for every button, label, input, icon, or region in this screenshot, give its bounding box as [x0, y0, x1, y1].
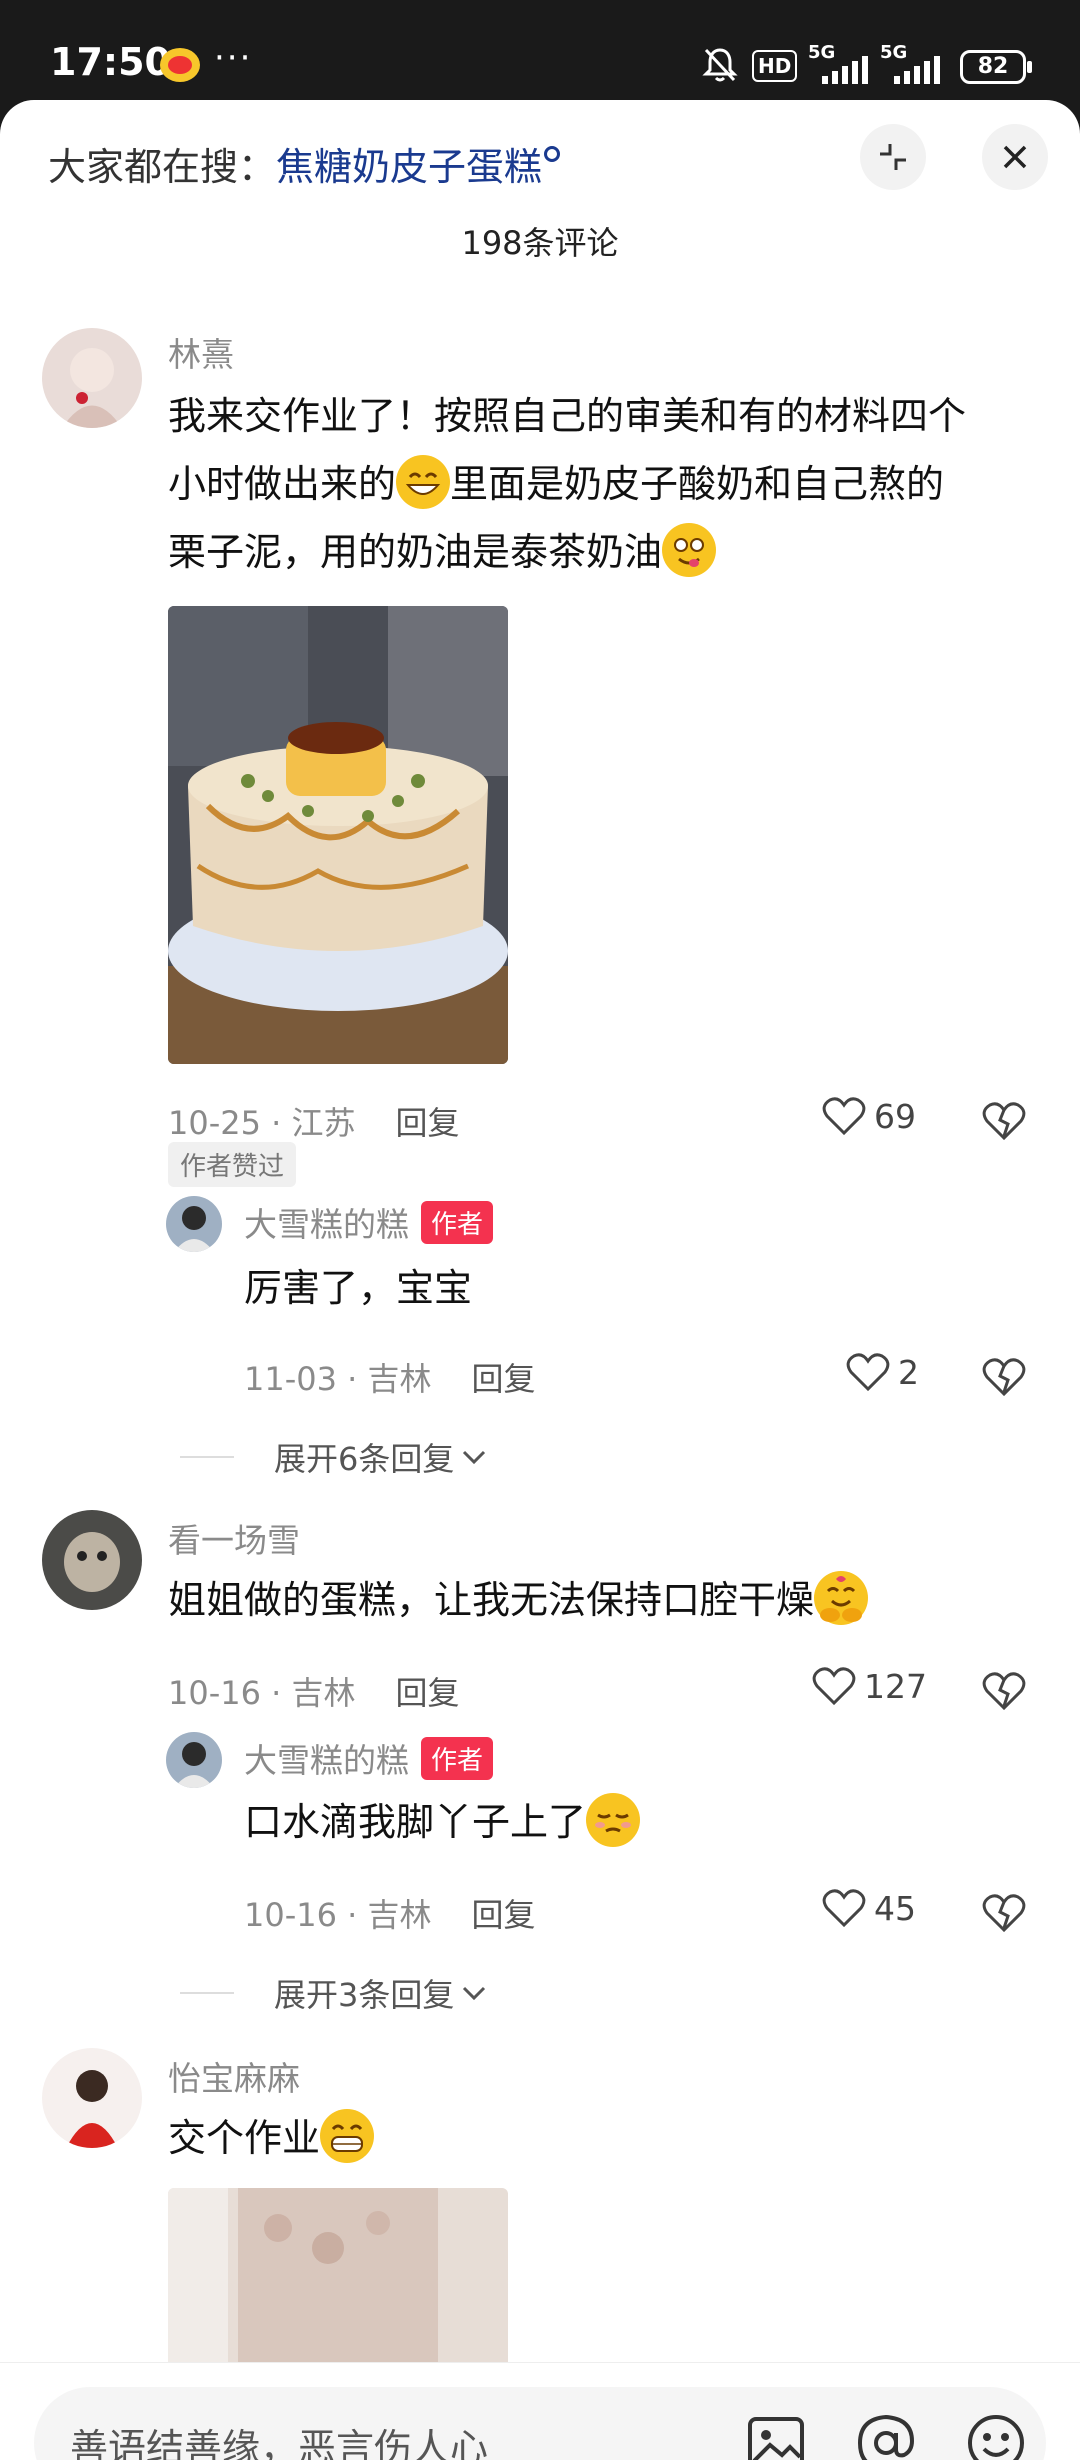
signal-icon-1: 5G	[808, 42, 868, 86]
comment-username[interactable]: 林熹	[168, 328, 234, 376]
like-count: 69	[874, 1096, 916, 1136]
comment-photo[interactable]	[168, 2188, 508, 2368]
reply-button[interactable]: 回复	[472, 1360, 536, 1398]
comment-text-line: 我来交作业了！按照自己的审美和有的材料四个	[168, 394, 967, 438]
reply-username-text: 大雪糕的糕	[244, 1741, 409, 1780]
comment-text-part: 里面是奶皮子酸奶和自己熬的	[450, 462, 945, 506]
dislike-broken-heart-icon[interactable]	[982, 1890, 1026, 1934]
comment-text-line: 小时做出来的 里面是奶皮子酸奶和自己熬的	[168, 450, 1048, 518]
hd-voice-icon: HD	[752, 50, 798, 82]
collapse-icon	[880, 144, 906, 170]
like-button[interactable]: 69	[822, 1096, 916, 1136]
grin-teeth-emoji-icon	[320, 2109, 375, 2163]
reply-username[interactable]: 大雪糕的糕 作者	[244, 1198, 494, 1246]
expand-replies-label: 展开3条回复	[274, 1976, 455, 2014]
divider-line	[180, 1456, 234, 1458]
comment-count: 198条评论	[461, 224, 619, 262]
divider-line	[180, 1992, 234, 1994]
mute-bell-icon	[702, 48, 738, 82]
like-count: 2	[898, 1352, 919, 1392]
dislike-broken-heart-icon[interactable]	[982, 1354, 1026, 1398]
avatar[interactable]	[42, 328, 142, 428]
comment-text-line: 栗子泥，用的奶油是泰茶奶油	[168, 518, 1048, 586]
more-notifications-icon: ···	[214, 38, 253, 78]
avatar[interactable]	[42, 1510, 142, 1610]
status-time: 17:50	[50, 40, 171, 84]
comment-date-location: 10-25 · 江苏	[168, 1104, 356, 1142]
reply-button[interactable]: 回复	[396, 1674, 460, 1712]
reply-date-location: 11-03 · 吉林	[244, 1360, 432, 1398]
comment-input-bar: 善语结善缘，恶言伤人心	[0, 2362, 1080, 2460]
reply-text: 口水滴我脚丫子上了	[244, 1788, 641, 1856]
avatar[interactable]	[166, 1732, 222, 1788]
comment-username[interactable]: 怡宝麻麻	[168, 2052, 300, 2100]
like-count: 127	[864, 1666, 927, 1706]
chevron-down-icon	[463, 1986, 486, 2001]
image-icon[interactable]	[744, 2411, 808, 2460]
signal-icon-2: 5G	[880, 42, 940, 86]
expand-replies-button[interactable]: 展开6条回复	[180, 1434, 488, 1480]
comment-sheet: 大家都在搜：焦糖奶皮子蛋糕 198条评论 林熹 我来交作业了！按照自己的审美和有…	[0, 100, 1080, 2460]
reply-text-part: 口水滴我脚丫子上了	[244, 1800, 587, 1844]
heart-icon	[822, 1097, 866, 1136]
reply-button[interactable]: 回复	[472, 1896, 536, 1934]
search-keyword[interactable]: 焦糖奶皮子蛋糕	[276, 145, 542, 189]
weibo-app-icon	[160, 48, 200, 82]
comment-text-part: 姐姐做的蛋糕，让我无法保持口腔干燥	[168, 1578, 815, 1622]
close-button[interactable]	[982, 124, 1048, 190]
comment-meta: 10-16 · 吉林 回复	[168, 1668, 460, 1714]
expand-replies-label: 展开6条回复	[274, 1440, 455, 1478]
comment-text-part: 小时做出来的	[168, 462, 397, 506]
dislike-broken-heart-icon[interactable]	[982, 1098, 1026, 1142]
collapse-button[interactable]	[860, 124, 926, 190]
comment-text-part: 交个作业	[168, 2116, 321, 2160]
yum-emoji-icon	[662, 523, 717, 577]
emoji-icon[interactable]	[964, 2411, 1028, 2460]
author-badge: 作者	[421, 1201, 494, 1244]
like-button[interactable]: 45	[822, 1888, 916, 1928]
battery-icon: 82	[960, 50, 1032, 84]
reply-username[interactable]: 大雪糕的糕 作者	[244, 1734, 494, 1782]
search-prefix: 大家都在搜：	[48, 145, 277, 189]
comment-text: 我来交作业了！按照自己的审美和有的材料四个 小时做出来的 里面是奶皮子酸奶和自己熬…	[168, 382, 1048, 586]
dislike-broken-heart-icon[interactable]	[982, 1668, 1026, 1712]
comment-date-location: 10-16 · 吉林	[168, 1674, 356, 1712]
like-button[interactable]: 2	[846, 1352, 919, 1392]
comment-meta: 10-25 · 江苏 回复	[168, 1098, 460, 1144]
reply-meta: 11-03 · 吉林 回复	[244, 1354, 536, 1400]
reply-date-location: 10-16 · 吉林	[244, 1896, 432, 1934]
like-button[interactable]: 127	[812, 1666, 927, 1706]
heart-icon	[846, 1353, 890, 1392]
hug-emoji-icon	[814, 1571, 869, 1625]
heart-icon	[812, 1667, 856, 1706]
comment-username[interactable]: 看一场雪	[168, 1514, 300, 1562]
comment-input[interactable]: 善语结善缘，恶言伤人心	[34, 2387, 1046, 2460]
comment-input-placeholder: 善语结善缘，恶言伤人心	[70, 2426, 489, 2460]
status-bar: 17:50 ··· HD 5G 5G 82	[0, 0, 1080, 100]
heart-icon	[822, 1889, 866, 1928]
like-count: 45	[874, 1888, 916, 1928]
search-icon	[544, 146, 561, 162]
close-icon	[1003, 145, 1027, 169]
expand-replies-button[interactable]: 展开3条回复	[180, 1970, 488, 2016]
reply-username-text: 大雪糕的糕	[244, 1205, 409, 1244]
comment-text: 姐姐做的蛋糕，让我无法保持口腔干燥	[168, 1566, 869, 1634]
search-suggestion[interactable]: 大家都在搜：焦糖奶皮子蛋糕	[48, 136, 561, 191]
comment-text-part: 栗子泥，用的奶油是泰茶奶油	[168, 530, 663, 574]
avatar[interactable]	[42, 2048, 142, 2148]
mention-icon[interactable]	[854, 2411, 918, 2460]
author-badge: 作者	[421, 1737, 494, 1780]
reply-button[interactable]: 回复	[396, 1104, 460, 1142]
comment-text: 交个作业	[168, 2104, 375, 2172]
grin-emoji-icon	[396, 455, 451, 509]
cake-photo[interactable]	[168, 606, 508, 1064]
avatar[interactable]	[166, 1196, 222, 1252]
reply-meta: 10-16 · 吉林 回复	[244, 1890, 536, 1936]
screen: 17:50 ··· HD 5G 5G 82 大家都在搜：焦糖奶皮子蛋糕 198条…	[0, 0, 1080, 2460]
sleepy-emoji-icon	[586, 1793, 641, 1847]
chevron-down-icon	[463, 1450, 486, 1465]
reply-text: 厉害了，宝宝	[244, 1266, 473, 1310]
author-liked-tag: 作者赞过	[168, 1142, 297, 1187]
